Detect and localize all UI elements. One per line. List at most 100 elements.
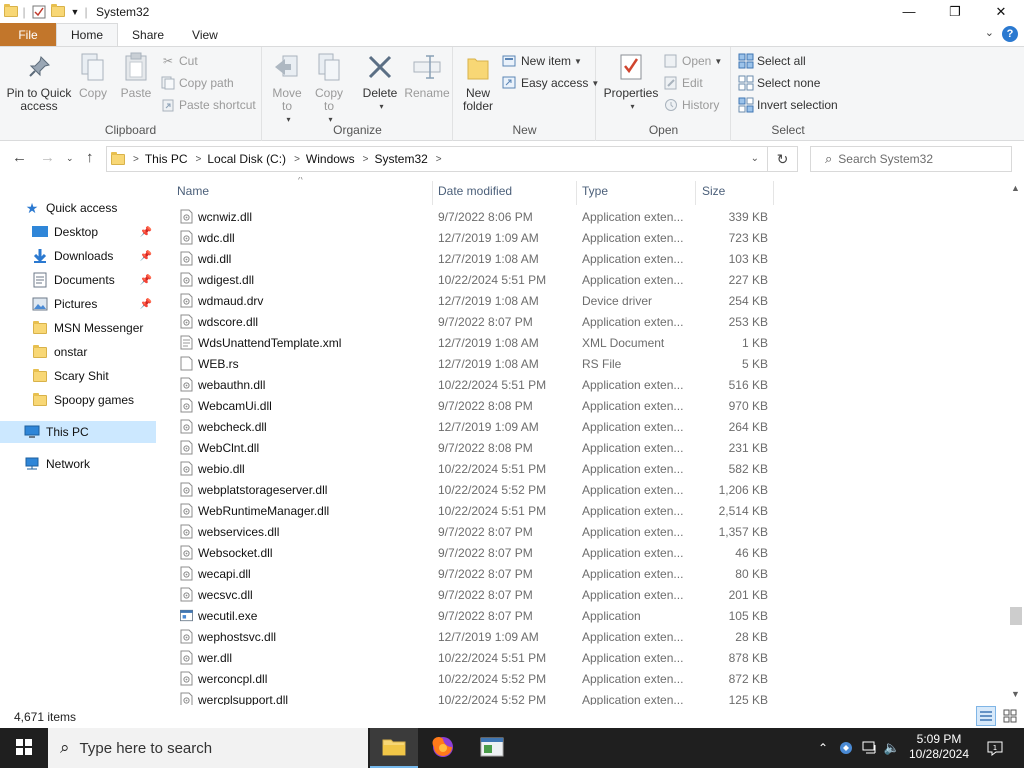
column-divider[interactable] — [695, 181, 696, 205]
invert-selection-button[interactable]: Invert selection — [738, 95, 838, 115]
pin-to-quick-access-button[interactable]: Pin to Quick access — [6, 51, 72, 113]
scroll-down-arrow-icon[interactable]: ▼ — [1011, 689, 1020, 699]
address-dropdown-icon[interactable]: ⌄ — [751, 153, 759, 164]
scrollbar-thumb[interactable] — [1010, 607, 1022, 625]
table-row[interactable]: webservices.dll 9/7/2022 8:07 PM Applicati… — [170, 521, 770, 542]
nav-quick-access[interactable]: ★ Quick access — [0, 197, 156, 219]
nav-folder-onstar[interactable]: onstar — [0, 341, 156, 363]
tab-share[interactable]: Share — [118, 23, 178, 46]
nav-folder-spoopy-games[interactable]: Spoopy games — [0, 389, 156, 411]
up-arrow-icon[interactable]: ↑ — [86, 149, 94, 166]
cut-button[interactable]: ✂ Cut — [160, 51, 198, 71]
vertical-scrollbar[interactable]: ▲ ▼ — [1008, 181, 1024, 705]
table-row[interactable]: WebcamUi.dll 9/7/2022 8:08 PM Application … — [170, 395, 770, 416]
minimize-button[interactable]: — — [886, 0, 932, 23]
breadcrumb-separator-icon[interactable]: > — [196, 154, 202, 165]
table-row[interactable]: wcnwiz.dll 9/7/2022 8:06 PM Application ex… — [170, 206, 770, 227]
column-header-name[interactable]: Name — [177, 184, 209, 198]
taskbar-firefox[interactable] — [419, 728, 467, 768]
easy-access-button[interactable]: Easy access ▼ — [502, 73, 599, 93]
close-button[interactable]: ✕ — [978, 0, 1024, 23]
pin-icon[interactable]: 📌 — [140, 299, 152, 310]
taskbar-clock[interactable]: 5:09 PM 10/28/2024 — [900, 732, 978, 762]
nav-network[interactable]: Network — [0, 453, 156, 475]
recent-locations-chevron-icon[interactable]: ⌄ — [66, 153, 74, 164]
nav-desktop[interactable]: Desktop 📌 — [0, 221, 156, 243]
search-input[interactable] — [838, 152, 999, 166]
table-row[interactable]: wecutil.exe 9/7/2022 8:07 PM Application 10… — [170, 605, 770, 626]
search-box[interactable]: ⌕ — [810, 146, 1012, 172]
scroll-up-arrow-icon[interactable]: ▲ — [1011, 183, 1020, 193]
nav-pictures[interactable]: Pictures 📌 — [0, 293, 156, 315]
back-arrow-icon[interactable]: ← — [12, 149, 27, 166]
move-to-button[interactable]: Move to ▾ — [269, 51, 305, 126]
breadcrumb-this-pc[interactable]: This PC — [145, 152, 188, 166]
table-row[interactable]: wdscore.dll 9/7/2022 8:07 PM Application e… — [170, 311, 770, 332]
copy-button[interactable]: Copy — [74, 51, 112, 100]
delete-button[interactable]: Delete ▾ — [355, 51, 405, 113]
help-icon[interactable]: ? — [1002, 26, 1018, 42]
table-row[interactable]: werconcpl.dll 10/22/2024 5:52 PM Applicati… — [170, 668, 770, 689]
tab-home[interactable]: Home — [56, 23, 119, 46]
table-row[interactable]: Websocket.dll 9/7/2022 8:07 PM Application… — [170, 542, 770, 563]
table-row[interactable]: wdc.dll 12/7/2019 1:09 AM Application exte… — [170, 227, 770, 248]
table-row[interactable]: WebClnt.dll 9/7/2022 8:08 PM Application e… — [170, 437, 770, 458]
table-row[interactable]: wephostsvc.dll 12/7/2019 1:09 AM Applicati… — [170, 626, 770, 647]
rename-button[interactable]: Rename — [403, 51, 451, 100]
pin-icon[interactable]: 📌 — [140, 227, 152, 238]
network-status-icon[interactable] — [860, 728, 880, 768]
system-tray-app-icon[interactable] — [836, 728, 856, 768]
tab-view[interactable]: View — [178, 23, 232, 46]
open-button[interactable]: Open ▼ — [663, 51, 722, 71]
breadcrumb-separator-icon[interactable]: > — [294, 154, 300, 165]
column-divider[interactable] — [576, 181, 577, 205]
breadcrumb-local-disk[interactable]: Local Disk (C:) — [207, 152, 286, 166]
paste-shortcut-button[interactable]: Paste shortcut — [160, 95, 256, 115]
column-header-size[interactable]: Size — [702, 184, 725, 198]
tab-file[interactable]: File — [0, 23, 56, 46]
table-row[interactable]: wecapi.dll 9/7/2022 8:07 PM Application ex… — [170, 563, 770, 584]
large-icons-view-icon[interactable] — [1000, 706, 1020, 726]
paste-button[interactable]: Paste — [116, 51, 156, 100]
start-button[interactable] — [0, 728, 48, 768]
nav-folder-msn-messenger[interactable]: MSN Messenger — [0, 317, 156, 339]
breadcrumb-separator-icon[interactable]: > — [436, 154, 442, 165]
edit-button[interactable]: Edit — [663, 73, 703, 93]
address-bar[interactable]: > This PC > Local Disk (C:) > Windows > … — [106, 146, 798, 172]
table-row[interactable]: webio.dll 10/22/2024 5:51 PM Application e… — [170, 458, 770, 479]
select-all-button[interactable]: Select all — [738, 51, 806, 71]
breadcrumb-windows[interactable]: Windows — [306, 152, 355, 166]
column-divider[interactable] — [773, 181, 774, 205]
maximize-button[interactable]: ❐ — [932, 0, 978, 23]
pin-icon[interactable]: 📌 — [140, 275, 152, 286]
table-row[interactable]: wdi.dll 12/7/2019 1:08 AM Application exte… — [170, 248, 770, 269]
volume-icon[interactable]: 🔈 — [882, 728, 902, 768]
action-center-icon[interactable]: 1 — [982, 728, 1008, 768]
nav-downloads[interactable]: Downloads 📌 — [0, 245, 156, 267]
forward-arrow-icon[interactable]: → — [40, 149, 55, 166]
table-row[interactable]: webcheck.dll 12/7/2019 1:09 AM Application… — [170, 416, 770, 437]
collapse-ribbon-icon[interactable]: ⌄ — [985, 26, 994, 39]
taskbar-file-explorer[interactable] — [370, 728, 418, 768]
table-row[interactable]: WebRuntimeManager.dll 10/22/2024 5:51 PM A… — [170, 500, 770, 521]
column-header-date[interactable]: Date modified — [438, 184, 512, 198]
details-view-icon[interactable] — [976, 706, 996, 726]
nav-folder-scary-shit[interactable]: Scary Shit — [0, 365, 156, 387]
column-divider[interactable] — [432, 181, 433, 205]
breadcrumb-separator-icon[interactable]: > — [363, 154, 369, 165]
refresh-icon[interactable]: ↻ — [767, 147, 797, 171]
nav-documents[interactable]: Documents 📌 — [0, 269, 156, 291]
customize-qa-dropdown-icon[interactable]: ▼ — [68, 2, 82, 22]
breadcrumb-separator-icon[interactable]: > — [133, 154, 139, 165]
taskbar-app-window[interactable] — [468, 728, 516, 768]
copy-path-button[interactable]: Copy path — [160, 73, 234, 93]
column-header-type[interactable]: Type — [582, 184, 608, 198]
new-folder-button[interactable]: New folder — [458, 51, 498, 113]
properties-qa-icon[interactable] — [30, 2, 48, 22]
table-row[interactable]: wdigest.dll 10/22/2024 5:51 PM Application… — [170, 269, 770, 290]
copy-to-button[interactable]: Copy to ▾ — [311, 51, 347, 126]
table-row[interactable]: WdsUnattendTemplate.xml 12/7/2019 1:08 AM… — [170, 332, 770, 353]
table-row[interactable]: wecsvc.dll 9/7/2022 8:07 PM Application ex… — [170, 584, 770, 605]
pin-icon[interactable]: 📌 — [140, 251, 152, 262]
table-row[interactable]: wdmaud.drv 12/7/2019 1:08 AM Device driver… — [170, 290, 770, 311]
